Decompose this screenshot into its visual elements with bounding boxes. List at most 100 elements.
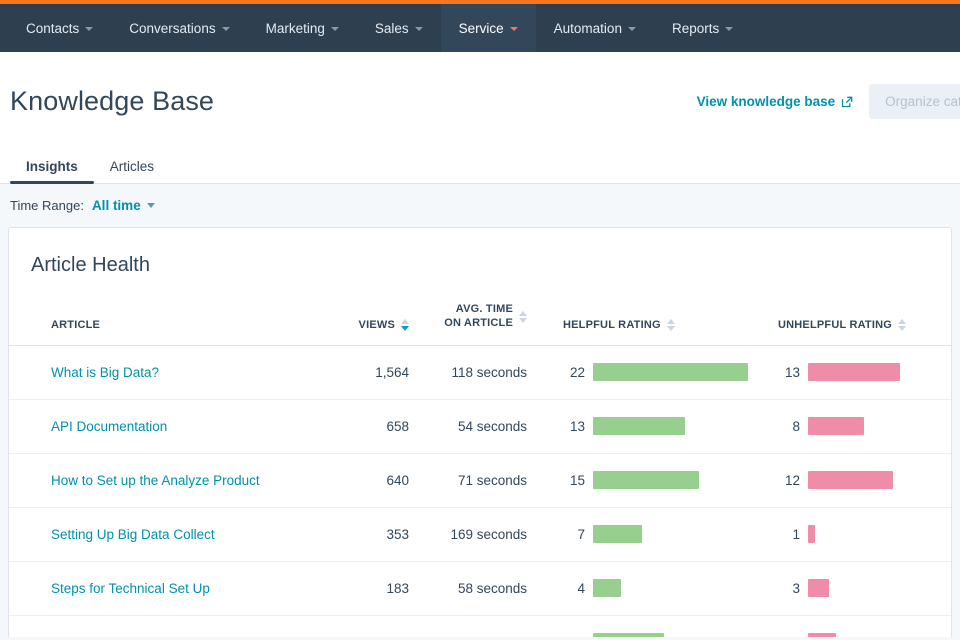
column-header-views[interactable]: VIEWS — [309, 277, 419, 345]
tab-label: Insights — [26, 159, 78, 174]
sort-toggle-helpful[interactable] — [667, 319, 675, 331]
chevron-down-icon — [628, 27, 636, 31]
cell-helpful-rating: 10 — [549, 615, 764, 637]
tab-insights[interactable]: Insights — [10, 149, 94, 183]
table-row: 10 4 — [9, 615, 952, 637]
article-link[interactable]: How to Set up the Analyze Product — [51, 473, 260, 488]
sort-toggle-views[interactable] — [401, 319, 409, 331]
chevron-down-icon — [85, 27, 93, 31]
table-row: API Documentation65854 seconds138 — [9, 399, 952, 453]
cell-views: 1,564 — [309, 345, 419, 399]
column-header-avg-time[interactable]: AVG. TIME ON ARTICLE — [419, 277, 549, 345]
article-link[interactable]: API Documentation — [51, 419, 167, 434]
helpful-bar — [593, 471, 699, 489]
cell-avg-time: 58 seconds — [419, 561, 549, 615]
sort-toggle-avg-time[interactable] — [519, 311, 527, 323]
cell-avg-time: 169 seconds — [419, 507, 549, 561]
unhelpful-count: 13 — [778, 365, 800, 380]
nav-item-label: Reports — [672, 21, 719, 36]
time-range-dropdown[interactable]: All time — [92, 198, 155, 213]
table-row: Setting Up Big Data Collect353169 second… — [9, 507, 952, 561]
cell-unhelpful-rating: 4 — [764, 615, 952, 637]
cell-unhelpful-rating: 12 — [764, 453, 952, 507]
helpful-bar — [593, 363, 748, 381]
cell-helpful-rating: 13 — [549, 399, 764, 453]
cell-article: Setting Up Big Data Collect — [9, 507, 309, 561]
helpful-count: 13 — [563, 419, 585, 434]
column-header-article: ARTICLE — [9, 277, 309, 345]
cell-views: 640 — [309, 453, 419, 507]
helpful-count: 22 — [563, 365, 585, 380]
sort-toggle-unhelpful[interactable] — [898, 319, 906, 331]
unhelpful-bar — [808, 633, 836, 637]
helpful-count: 15 — [563, 473, 585, 488]
tab-articles[interactable]: Articles — [94, 149, 170, 183]
unhelpful-count: 4 — [778, 635, 800, 638]
cell-views: 658 — [309, 399, 419, 453]
chevron-down-icon — [510, 27, 518, 31]
cell-helpful-rating: 15 — [549, 453, 764, 507]
article-link[interactable]: What is Big Data? — [51, 365, 159, 380]
column-header-helpful-rating[interactable]: HELPFUL RATING — [549, 277, 764, 345]
cell-avg-time: 118 seconds — [419, 345, 549, 399]
cell-helpful-rating: 22 — [549, 345, 764, 399]
chevron-down-icon — [147, 203, 155, 208]
column-label-line2: ON ARTICLE — [444, 317, 513, 329]
unhelpful-count: 12 — [778, 473, 800, 488]
cell-unhelpful-rating: 8 — [764, 399, 952, 453]
helpful-bar — [593, 633, 664, 637]
time-range-label: Time Range: — [10, 198, 84, 213]
column-label: AVG. TIME ON ARTICLE — [444, 303, 513, 331]
article-link[interactable]: Steps for Technical Set Up — [51, 581, 210, 596]
tab-label: Articles — [110, 159, 154, 174]
cell-unhelpful-rating: 3 — [764, 561, 952, 615]
nav-item-automation[interactable]: Automation — [536, 4, 654, 52]
nav-item-label: Marketing — [266, 21, 325, 36]
organize-categories-button[interactable]: Organize categories — [869, 84, 960, 119]
nav-item-label: Conversations — [129, 21, 215, 36]
cell-article: How to Set up the Analyze Product — [9, 453, 309, 507]
nav-item-conversations[interactable]: Conversations — [111, 4, 247, 52]
column-label: VIEWS — [359, 319, 395, 331]
page-header: Knowledge Base View knowledge base Organ… — [0, 52, 960, 184]
filter-bar: Time Range: All time — [0, 184, 960, 227]
table-row: Steps for Technical Set Up18358 seconds4… — [9, 561, 952, 615]
nav-item-marketing[interactable]: Marketing — [248, 4, 357, 52]
helpful-count: 10 — [563, 635, 585, 638]
chevron-down-icon — [222, 27, 230, 31]
helpful-count: 4 — [563, 581, 585, 596]
helpful-bar — [593, 525, 642, 543]
nav-item-sales[interactable]: Sales — [357, 4, 441, 52]
cell-unhelpful-rating: 1 — [764, 507, 952, 561]
page-tabs: Insights Articles — [0, 149, 960, 184]
nav-item-label: Service — [459, 21, 504, 36]
table-row: What is Big Data? 1,564118 seconds 22 13 — [9, 345, 952, 399]
cell-avg-time: 71 seconds — [419, 453, 549, 507]
cell-article — [9, 615, 309, 637]
nav-item-label: Sales — [375, 21, 409, 36]
helpful-count: 7 — [563, 527, 585, 542]
external-link-icon — [841, 96, 853, 108]
cell-views — [309, 615, 419, 637]
table-body: What is Big Data?1,564118 seconds2213API… — [9, 345, 952, 637]
page-header-actions: View knowledge base Organize categories — [697, 84, 960, 119]
article-link[interactable]: Setting Up Big Data Collect — [51, 527, 215, 542]
view-knowledge-base-link[interactable]: View knowledge base — [697, 94, 854, 109]
chevron-down-icon — [725, 27, 733, 31]
unhelpful-bar — [808, 579, 829, 597]
chevron-down-icon — [331, 27, 339, 31]
article-health-card: Article Health ARTICLE VIEWS — [8, 227, 952, 637]
nav-item-service[interactable]: Service — [441, 4, 536, 52]
helpful-bar — [593, 417, 685, 435]
column-label: ARTICLE — [51, 319, 100, 331]
page-header-row: Knowledge Base View knowledge base Organ… — [0, 84, 960, 119]
cell-helpful-rating: 7 — [549, 507, 764, 561]
cell-unhelpful-rating: 13 — [764, 345, 952, 399]
chevron-down-icon — [415, 27, 423, 31]
unhelpful-bar — [808, 363, 900, 381]
unhelpful-count: 8 — [778, 419, 800, 434]
nav-item-contacts[interactable]: Contacts — [8, 4, 111, 52]
unhelpful-count: 1 — [778, 527, 800, 542]
nav-item-reports[interactable]: Reports — [654, 4, 751, 52]
column-header-unhelpful-rating[interactable]: UNHELPFUL RATING — [764, 277, 952, 345]
